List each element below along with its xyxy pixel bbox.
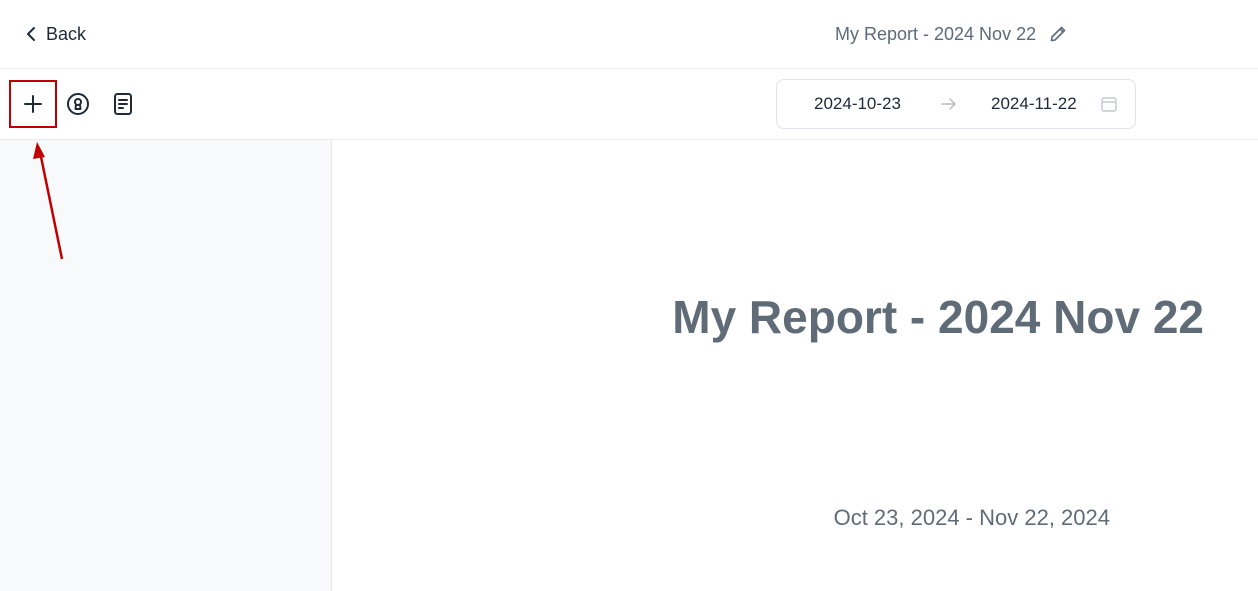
arrow-right-icon (941, 98, 956, 110)
access-button[interactable] (55, 81, 101, 127)
keyhole-circle-icon (67, 93, 89, 115)
end-date[interactable]: 2024-11-22 (991, 94, 1077, 114)
report-date-range: Oct 23, 2024 - Nov 22, 2024 (833, 505, 1110, 530)
add-button[interactable] (9, 80, 57, 128)
back-label: Back (46, 23, 87, 44)
report-title-header: My Report - 2024 Nov 22 (835, 22, 1068, 46)
report-title: My Report - 2024 Nov 22 (672, 291, 1204, 343)
calendar-icon[interactable] (1100, 95, 1118, 113)
top-bar: Back My Report - 2024 Nov 22 (0, 0, 1258, 69)
start-date[interactable]: 2024-10-23 (814, 94, 901, 114)
document-icon (114, 93, 132, 115)
report-title-text: My Report - 2024 Nov 22 (835, 23, 1037, 44)
plus-icon (24, 95, 42, 113)
chevron-left-icon (27, 27, 35, 41)
toolbar: 2024-10-23 2024-11-22 (0, 69, 1258, 140)
document-button[interactable] (100, 81, 146, 127)
back-button[interactable]: Back (24, 22, 86, 46)
pencil-icon[interactable] (1048, 24, 1068, 44)
date-range-picker[interactable]: 2024-10-23 2024-11-22 (776, 79, 1136, 129)
